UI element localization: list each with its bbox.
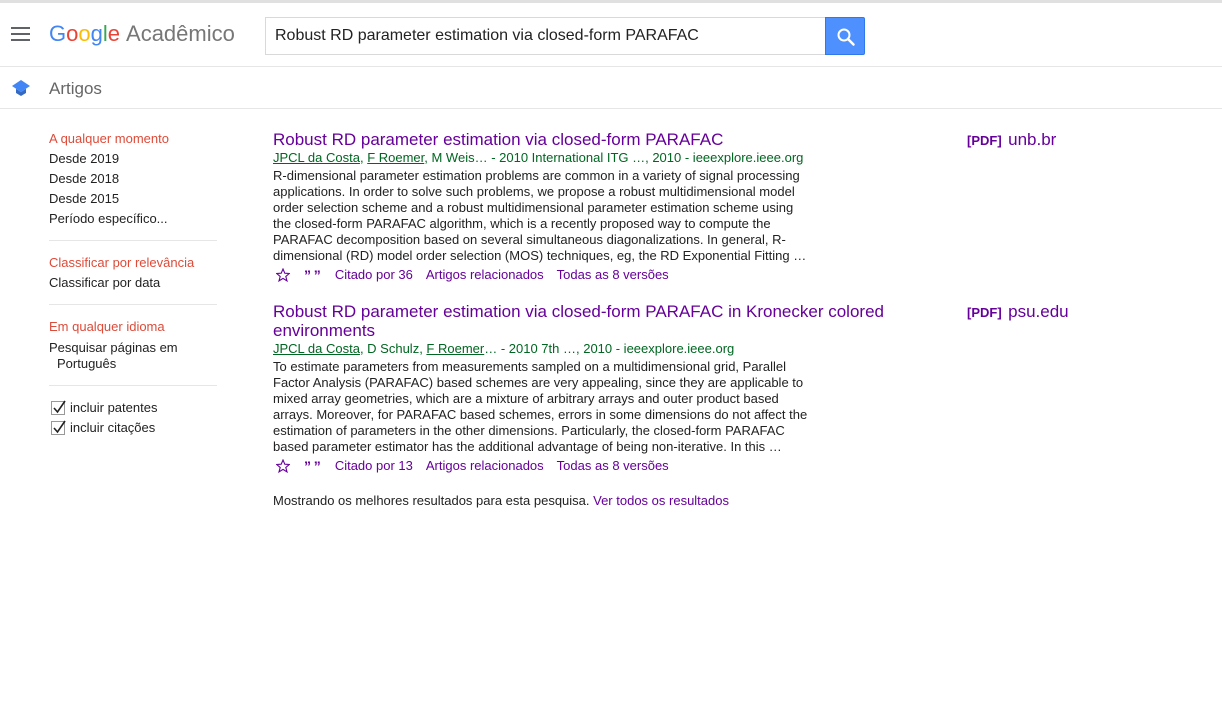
filter-since-2018[interactable]: Desde 2018 (49, 169, 217, 189)
include-patents-checkbox[interactable]: incluir patentes (51, 398, 217, 418)
google-scholar-logo[interactable]: Google Acadêmico (49, 21, 235, 47)
result-title[interactable]: Robust RD parameter estimation via close… (273, 302, 903, 340)
filter-portuguese-pages[interactable]: Pesquisar páginas em Português (49, 340, 217, 372)
result-title[interactable]: Robust RD parameter estimation via close… (273, 130, 903, 149)
checkmark-icon (53, 400, 66, 414)
star-icon[interactable] (276, 268, 290, 282)
sidebar: A qualquer momento Desde 2019 Desde 2018… (49, 129, 217, 438)
result-snippet: To estimate parameters from measurements… (273, 359, 808, 454)
subheader: Artigos (0, 68, 1222, 109)
see-all-results-link[interactable]: Ver todos os resultados (593, 493, 729, 508)
cited-by-link[interactable]: Citado por 36 (335, 266, 413, 284)
divider (49, 240, 217, 241)
filter-any-time[interactable]: A qualquer momento (49, 129, 217, 149)
filter-since-2015[interactable]: Desde 2015 (49, 189, 217, 209)
result-snippet: R-dimensional parameter estimation probl… (273, 168, 807, 263)
graduation-cap-icon (12, 80, 30, 96)
result-actions: ” ” Citado por 13 Artigos relacionados T… (273, 457, 953, 475)
result-meta: JPCL da Costa, D Schulz, F Roemer… - 201… (273, 341, 735, 356)
header: Google Acadêmico (0, 3, 1222, 67)
author-link[interactable]: F Roemer (426, 341, 484, 356)
checkmark-icon (53, 420, 66, 434)
divider (49, 385, 217, 386)
all-versions-link[interactable]: Todas as 8 versões (557, 457, 669, 475)
search-button[interactable] (825, 17, 865, 55)
related-articles-link[interactable]: Artigos relacionados (426, 266, 544, 284)
include-citations-checkbox[interactable]: incluir citações (51, 418, 217, 438)
related-articles-link[interactable]: Artigos relacionados (426, 457, 544, 475)
author-link[interactable]: F Roemer (367, 150, 424, 165)
star-icon[interactable] (276, 459, 290, 473)
section-title: Artigos (49, 79, 102, 98)
result-item: Robust RD parameter estimation via close… (273, 302, 1069, 475)
checkbox[interactable] (51, 400, 66, 415)
sort-by-date[interactable]: Classificar por data (49, 273, 217, 293)
results-list: Robust RD parameter estimation via close… (273, 130, 1069, 508)
search-icon (837, 28, 855, 46)
filter-since-2019[interactable]: Desde 2019 (49, 149, 217, 169)
pdf-link[interactable]: [PDF] psu.edu (967, 302, 1069, 322)
sort-by-relevance[interactable]: Classificar por relevância (49, 253, 217, 273)
divider (49, 304, 217, 305)
author-link[interactable]: JPCL da Costa (273, 341, 360, 356)
author-link[interactable]: JPCL da Costa (273, 150, 360, 165)
filter-custom-range[interactable]: Período específico... (49, 209, 217, 229)
cite-icon[interactable]: ” ” (304, 266, 322, 284)
pdf-link[interactable]: [PDF] unb.br (967, 130, 1056, 150)
results-footer: Mostrando os melhores resultados para es… (273, 493, 729, 508)
cited-by-link[interactable]: Citado por 13 (335, 457, 413, 475)
checkbox[interactable] (51, 420, 66, 435)
result-meta: JPCL da Costa, F Roemer, M Weis… - 2010 … (273, 150, 804, 165)
cite-icon[interactable]: ” ” (304, 457, 322, 475)
result-actions: ” ” Citado por 36 Artigos relacionados T… (273, 266, 953, 284)
search-box (265, 17, 826, 55)
all-versions-link[interactable]: Todas as 8 versões (557, 266, 669, 284)
result-item: Robust RD parameter estimation via close… (273, 130, 1056, 284)
menu-icon[interactable] (11, 27, 31, 43)
search-input[interactable] (266, 18, 826, 54)
filter-any-language[interactable]: Em qualquer idioma (49, 317, 217, 337)
